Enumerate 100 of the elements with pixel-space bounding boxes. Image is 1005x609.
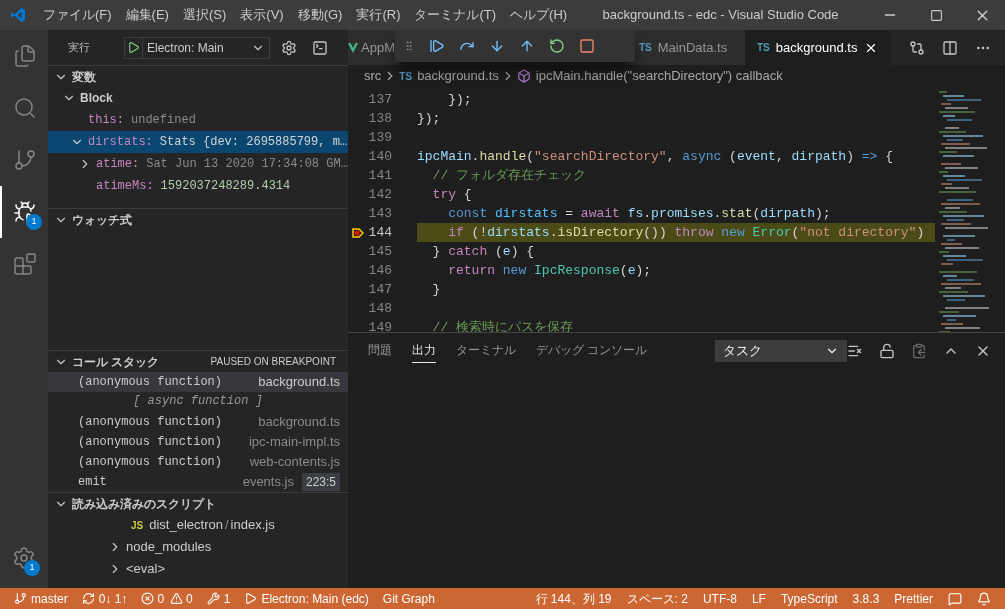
status-item[interactable]: UTF-8 (702, 589, 737, 608)
line-number: 149 (368, 318, 392, 332)
breadcrumb-item[interactable]: background.ts (417, 66, 499, 86)
script-item[interactable]: JS dist_electron/index.js (48, 514, 348, 536)
menu-item[interactable]: 移動(G) (290, 5, 350, 25)
status-item[interactable]: Git Graph (382, 589, 435, 608)
script-folder[interactable]: <eval> (126, 559, 166, 579)
play-icon[interactable] (127, 41, 140, 54)
variable-value: undefined (131, 112, 196, 129)
line-number: 137 (368, 90, 392, 109)
unlock-icon[interactable] (879, 342, 895, 359)
section-title: ウォッチ式 (72, 211, 132, 229)
search-icon (13, 96, 37, 120)
file-type-label: TS (757, 41, 770, 55)
variable-value: 1592037248289.4314 (160, 178, 291, 195)
badge: 1 (26, 214, 42, 230)
variable-row[interactable]: this: undefined (48, 109, 348, 131)
status-item[interactable]: Electron: Main (edc) (244, 589, 369, 608)
activity-item[interactable]: 1 (0, 532, 48, 584)
breadcrumb-item[interactable]: ipcMain.handle("searchDirectory") callback (535, 66, 783, 86)
frame-name: (anonymous function) (78, 434, 223, 451)
menu-item[interactable]: 実行(R) (349, 5, 408, 25)
status-item[interactable]: 1 (206, 589, 231, 608)
code-line: // フォルダ存在チェック (431, 166, 587, 185)
variable-name: this: (88, 112, 124, 129)
split-editor-icon[interactable] (942, 39, 958, 56)
run-debug-icon (13, 200, 37, 224)
stack-frame[interactable]: (anonymous function) ipc-main-impl.ts (48, 432, 348, 452)
status-item[interactable]: LF (751, 589, 766, 608)
status-item[interactable]: 0↓ 1↑ (81, 589, 128, 608)
code-line: const dirstats = await fs.promises.stat(dirpath); (447, 204, 832, 223)
branch-icon (14, 592, 27, 605)
channel-dropdown[interactable]: タスク (715, 339, 847, 362)
warning-icon (170, 592, 184, 605)
feedback-icon[interactable] (948, 591, 962, 606)
config-dropdown[interactable]: Electron: Main (124, 36, 270, 59)
step-out-icon[interactable] (519, 38, 535, 54)
settings-icon[interactable] (281, 39, 297, 56)
extensions-icon (13, 252, 37, 276)
variable-row[interactable]: Block (48, 87, 348, 109)
status-item[interactable]: master (14, 589, 68, 608)
menu-item[interactable]: 編集(E) (118, 5, 176, 25)
line-number: 146 (368, 261, 392, 280)
status-item[interactable]: TypeScript (780, 589, 838, 608)
frame-source: background.ts (258, 413, 340, 432)
badge: 1 (24, 560, 40, 576)
code-line: } (431, 280, 442, 299)
menu-item[interactable]: ターミナル(T) (407, 5, 504, 25)
line-number: 142 (368, 185, 392, 204)
script-folder[interactable]: node_modules (126, 537, 212, 557)
variable-row[interactable]: atimeMs: 1592037248289.4314 (48, 175, 348, 197)
settings-icon (12, 546, 36, 570)
stop-icon[interactable] (579, 38, 595, 54)
drag-handle-icon[interactable] (403, 40, 415, 52)
maximize-icon[interactable] (929, 8, 943, 22)
menu-item[interactable]: ファイル(F) (36, 5, 119, 25)
editor-tab[interactable]: AppM (348, 30, 395, 65)
section-header[interactable]: 読み込み済みのスクリプト (48, 492, 348, 514)
clipboard-icon[interactable] (911, 342, 927, 359)
code-line: try { (431, 185, 473, 204)
restart-icon[interactable] (549, 38, 565, 54)
tab-label: MainData.ts (657, 38, 728, 57)
stack-frame[interactable]: (anonymous function) web-contents.js (48, 452, 348, 472)
editor-tab[interactable]: TS background.ts (745, 30, 890, 65)
breadcrumb-item[interactable]: src (364, 66, 382, 86)
menu-item[interactable]: 表示(V) (233, 5, 291, 25)
step-into-icon[interactable] (489, 38, 505, 54)
async-label: [ async function ] (132, 393, 264, 410)
stack-frame[interactable]: (anonymous function) background.ts (48, 372, 348, 392)
line-number: 143 (368, 204, 392, 223)
status-item[interactable]: スペース: 2 (626, 589, 688, 608)
app-logo-icon (10, 7, 26, 23)
problems-status[interactable]: 0 0 (141, 589, 193, 608)
variable-row[interactable]: atime: Sat Jun 13 2020 17:34:08 GM… (48, 153, 348, 175)
stack-frame[interactable]: emit events.js 223:5 (48, 472, 348, 492)
continue-icon[interactable] (429, 38, 445, 54)
status-item[interactable]: 行 144、列 19 (535, 589, 612, 608)
menu-item[interactable]: 選択(S) (175, 5, 234, 25)
panel-tab[interactable]: 問題 (368, 338, 392, 363)
play-icon (244, 592, 258, 605)
variable-name: atime: (96, 156, 140, 173)
status-item[interactable]: 3.8.3 (852, 589, 880, 608)
frame-name: (anonymous function) (78, 454, 223, 471)
section-header[interactable]: 変数 (48, 65, 348, 87)
stack-frame[interactable]: (anonymous function) background.ts (48, 412, 348, 432)
status-item[interactable]: Prettier (894, 589, 933, 608)
variable-row[interactable]: dirstats: Stats {dev: 2695885799, m… (48, 131, 348, 153)
section-title: 読み込み済みのスクリプト (72, 495, 216, 513)
panel-tab[interactable]: ターミナル (456, 338, 516, 363)
compare-icon[interactable] (909, 39, 925, 56)
console-icon[interactable] (312, 39, 328, 56)
menu-item[interactable]: ヘルプ(H) (503, 5, 575, 25)
line-number: 140 (368, 147, 392, 166)
file-type-label: JS (131, 518, 144, 533)
panel-tab[interactable]: デバッグ コンソール (536, 338, 648, 363)
editor-tab[interactable]: TS MainData.ts (635, 30, 745, 65)
panel-tab[interactable]: 出力 (412, 338, 436, 363)
breakpoint-icon[interactable] (352, 227, 364, 238)
bell-icon[interactable] (977, 591, 991, 606)
section-header[interactable]: ウォッチ式 (48, 208, 348, 230)
